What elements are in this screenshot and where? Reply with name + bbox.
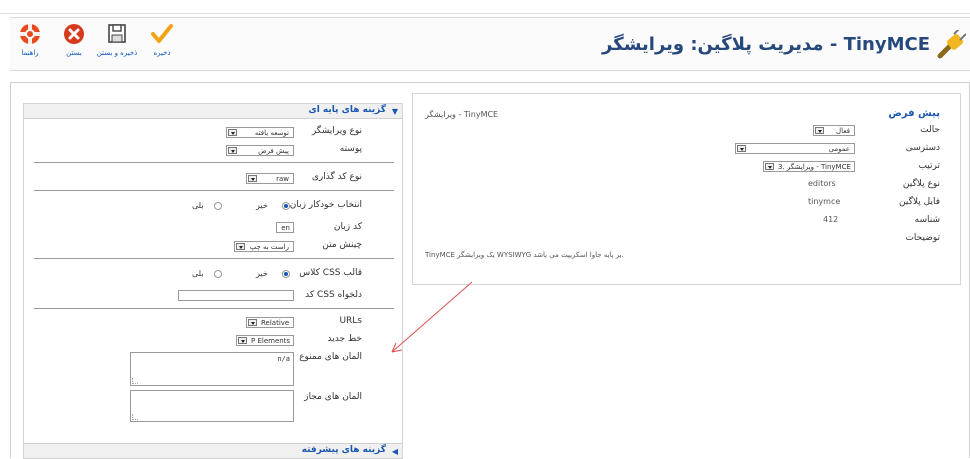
allowed-textarea[interactable]	[130, 390, 294, 422]
resize-grip-icon[interactable]	[132, 378, 138, 384]
top-divider	[0, 13, 970, 14]
triangle-left-icon: ◀	[391, 447, 398, 456]
allowed-label: المان های مجاز	[304, 392, 362, 402]
file-value: tinymce	[808, 197, 841, 206]
newline-label: خط جدید	[327, 334, 362, 344]
css-class-label: کلاس CSS قالب	[299, 268, 362, 278]
field-label-description: توضیحات	[905, 233, 940, 243]
close-label: بستن	[66, 49, 82, 57]
direction-value: راست به چپ	[249, 243, 289, 251]
id-value: 412	[823, 215, 839, 224]
plugin-name-value: ویرایشگر - TinyMCE	[425, 110, 499, 119]
help-icon	[20, 24, 40, 44]
autolang-yes-text: بلی	[192, 201, 204, 210]
field-label-order: ترتیب	[918, 161, 940, 171]
checkmark-icon	[151, 24, 173, 43]
basic-options-header[interactable]: ▼ گزینه های پایه ای	[24, 104, 402, 119]
chevron-down-icon	[228, 129, 237, 136]
details-panel: پیش فرض ویرایشگر - TinyMCE حالت فعال دست…	[412, 93, 961, 285]
chevron-down-icon	[737, 145, 746, 152]
help-button[interactable]: راهنما	[16, 22, 44, 57]
lang-code-input[interactable]: en	[276, 222, 294, 233]
close-icon	[64, 24, 84, 44]
encoding-value: raw	[276, 175, 289, 183]
chevron-down-icon	[236, 243, 245, 250]
basic-options-title: گزینه های پایه ای	[308, 105, 386, 115]
access-select-value: عمومی	[828, 145, 850, 153]
resize-grip-icon[interactable]	[132, 414, 138, 420]
autolang-label: انتخاب خودکار زبان	[289, 200, 362, 210]
css-no-text: خیر	[256, 269, 268, 278]
divider	[34, 162, 394, 163]
order-select[interactable]: 3. ویرایشگر - TinyMCE	[763, 161, 855, 172]
chevron-down-icon	[815, 127, 824, 134]
page-title: مدیریت پلاگین: ویرایشگر - TinyMCE	[602, 34, 930, 55]
editor-mode-select[interactable]: توسعه یافته	[226, 127, 294, 138]
chevron-down-icon	[238, 337, 247, 344]
order-select-value: 3. ویرایشگر - TinyMCE	[778, 163, 851, 171]
direction-select[interactable]: راست به چپ	[234, 241, 294, 252]
status-select[interactable]: فعال	[813, 125, 855, 136]
prohibited-textarea[interactable]: n/a	[130, 352, 294, 386]
autolang-no-text: خیر	[256, 201, 268, 210]
css-yes-text: بلی	[192, 269, 204, 278]
autolang-yes-radio[interactable]	[214, 202, 222, 210]
save-label: ذخیره	[153, 49, 171, 57]
status-select-value: فعال	[836, 127, 850, 135]
divider	[34, 258, 394, 259]
divider	[34, 190, 394, 191]
field-label-id: شناسه	[914, 215, 940, 225]
newline-value: P Elements	[251, 337, 291, 345]
advanced-options-title: گزینه های پیشرفته	[301, 445, 386, 455]
save-disk-icon	[108, 24, 126, 43]
lang-code-label: کد زبان	[333, 222, 362, 232]
parameters-panel: ▼ گزینه های پایه ای نوع ویرایشگر توسعه ی…	[23, 103, 403, 459]
help-label: راهنما	[21, 49, 39, 57]
field-label-status: حالت	[920, 125, 940, 135]
chevron-down-icon	[765, 163, 774, 170]
save-close-label: ذخیره و بستن	[96, 49, 138, 57]
css-no-radio[interactable]	[282, 270, 290, 278]
direction-label: چینش متن	[322, 240, 362, 250]
urls-select[interactable]: Relative	[246, 317, 294, 328]
skin-value: پیش فرض	[258, 147, 289, 155]
type-value: editors	[808, 179, 836, 188]
prohibited-label: المان های ممنوع	[299, 352, 362, 362]
chevron-down-icon	[248, 319, 257, 326]
prohibited-value: n/a	[277, 355, 290, 363]
toolbar: راهنما بستن ذخیره و بستن ذخیره مدیریت پل…	[10, 17, 970, 71]
save-button[interactable]: ذخیره	[148, 22, 176, 57]
editor-mode-label: نوع ویرایشگر	[311, 126, 362, 136]
details-legend: پیش فرض	[888, 108, 940, 119]
field-label-file: فایل پلاگین	[899, 197, 940, 207]
access-select[interactable]: عمومی	[735, 143, 855, 154]
triangle-down-icon: ▼	[391, 107, 398, 116]
custom-css-label: کد CSS دلخواه	[305, 290, 362, 300]
chevron-down-icon	[248, 175, 257, 182]
newline-select[interactable]: P Elements	[236, 335, 294, 346]
chevron-down-icon	[228, 147, 237, 154]
save-close-button[interactable]: ذخیره و بستن	[92, 22, 142, 57]
encoding-label: نوع کد گذاری	[311, 172, 362, 182]
description-text: TinyMCE یک ویرایشگر WYSIWYG بر پایه جاوا…	[425, 251, 624, 259]
urls-value: Relative	[261, 319, 290, 327]
skin-label: پوسته	[339, 144, 362, 154]
skin-select[interactable]: پیش فرض	[226, 145, 294, 156]
field-label-access: دسترسی	[905, 143, 940, 153]
encoding-select[interactable]: raw	[246, 173, 294, 184]
field-label-type: نوع پلاگین	[902, 179, 940, 189]
custom-css-input[interactable]	[178, 290, 294, 301]
urls-label: URLs	[339, 316, 362, 326]
divider	[34, 308, 394, 309]
autolang-no-radio[interactable]	[282, 202, 290, 210]
content-area: پیش فرض ویرایشگر - TinyMCE حالت فعال دست…	[10, 82, 970, 459]
close-button[interactable]: بستن	[60, 22, 88, 57]
css-yes-radio[interactable]	[214, 270, 222, 278]
editor-mode-value: توسعه یافته	[254, 129, 289, 137]
plugin-icon	[937, 30, 966, 59]
